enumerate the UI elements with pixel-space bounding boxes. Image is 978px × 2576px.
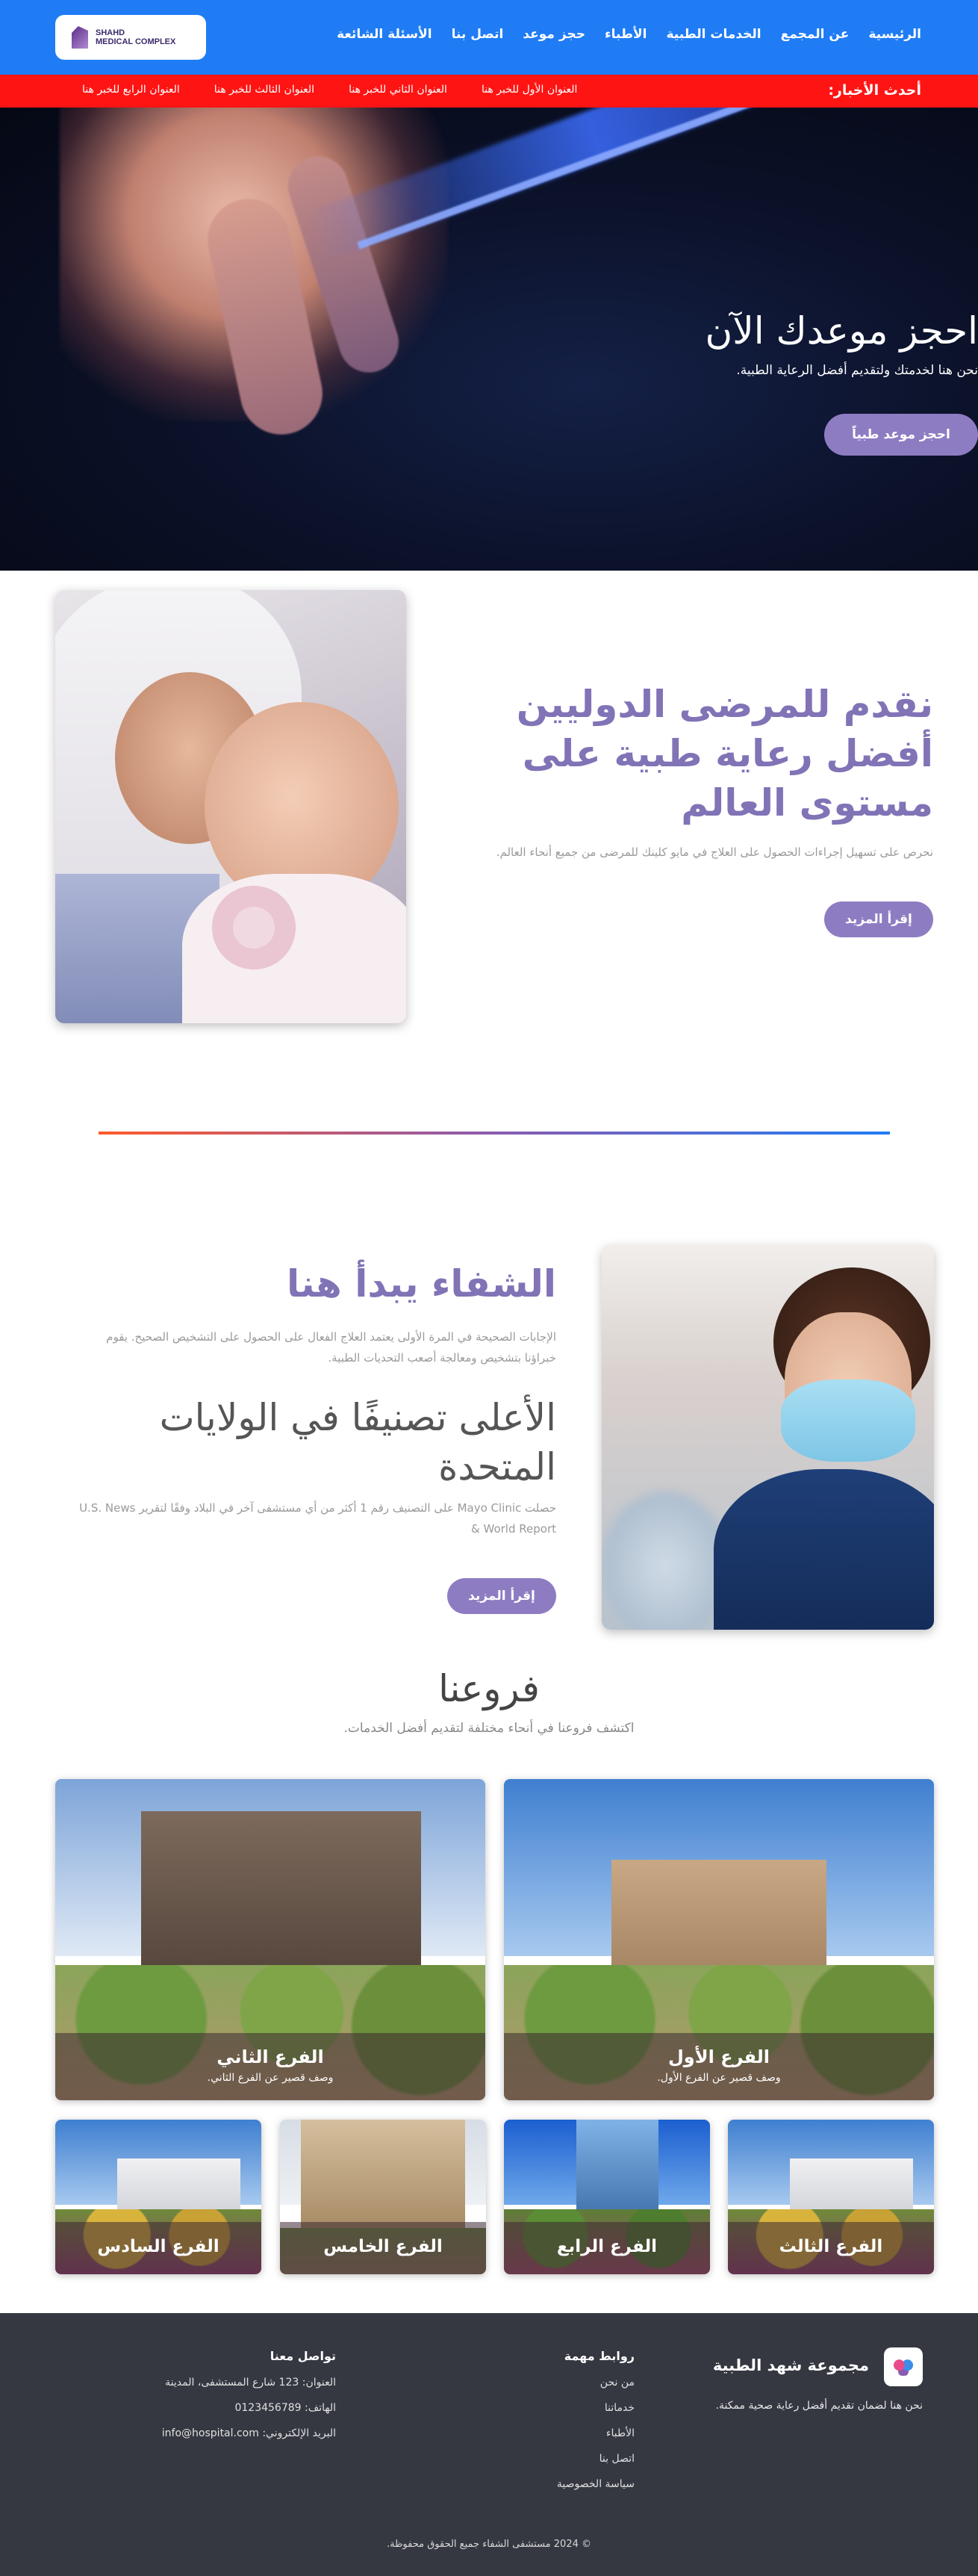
healing-title: الشفاء يبدأ هنا	[287, 1262, 556, 1306]
nav-home[interactable]: الرئيسية	[868, 27, 921, 42]
branch-name: الفرع السادس	[97, 2237, 219, 2256]
branch-card-6[interactable]: الفرع السادس	[55, 2120, 261, 2274]
footer-link[interactable]: اتصل بنا	[557, 2446, 635, 2471]
section-divider	[99, 1132, 890, 1135]
nav-booking[interactable]: حجز موعد	[523, 27, 585, 42]
ranking-paragraph: حصلت Mayo Clinic على التصنيف رقم 1 أكثر …	[79, 1501, 556, 1536]
footer-links-title: روابط مهمة	[564, 2349, 635, 2363]
main-menu: الرئيسية عن المجمع الخدمات الطبية الأطبا…	[337, 27, 921, 42]
branch-caption: الفرع الأول وصف قصير عن الفرع الأول.	[504, 2033, 934, 2100]
nav-faq[interactable]: الأسئلة الشائعة	[337, 27, 432, 42]
footer-link[interactable]: من نحن	[557, 2370, 635, 2395]
nav-services[interactable]: الخدمات الطبية	[666, 27, 761, 42]
footer-phone: الهاتف: 0123456789	[234, 2402, 336, 2414]
doctor-mask-image	[602, 1245, 934, 1630]
hero-title: احجز موعدك الآن	[705, 309, 978, 353]
book-appointment-button[interactable]: احجز موعد طبياً	[824, 414, 978, 456]
branch-card-3[interactable]: الفرع الثالث	[728, 2120, 934, 2274]
hero-subtitle: نحن هنا لخدمتك ولتقديم أفضل الرعاية الطب…	[736, 363, 978, 378]
footer-link[interactable]: سياسة الخصوصية	[557, 2471, 635, 2497]
hero-banner: احجز موعدك الآن نحن هنا لخدمتك ولتقديم أ…	[0, 108, 978, 571]
mother-baby-image	[55, 590, 406, 1023]
nav-about[interactable]: عن المجمع	[781, 27, 850, 42]
nav-contact[interactable]: اتصل بنا	[452, 27, 504, 42]
intro-read-more-button[interactable]: إقرأ المزيد	[824, 901, 933, 937]
footer-contact-title: تواصل معنا	[270, 2349, 336, 2363]
ticker-item[interactable]: العنوان الرابع للخبر هنا	[82, 84, 180, 96]
footer-link[interactable]: خدماتنا	[557, 2395, 635, 2421]
intro-text: نحرص على تسهيل إجراءات الحصول على العلاج…	[496, 845, 933, 859]
logo-text: SHAHD MEDICAL COMPLEX	[96, 28, 176, 46]
footer-logo-icon	[884, 2347, 923, 2386]
branch-desc: وصف قصير عن الفرع الثاني.	[207, 2072, 334, 2084]
branch-card-2[interactable]: الفرع الثاني وصف قصير عن الفرع الثاني.	[55, 1779, 485, 2100]
footer-link[interactable]: الأطباء	[557, 2421, 635, 2446]
news-ticker: أحدث الأخبار: العنوان الأول للخبر هنا ال…	[0, 75, 978, 108]
footer: مجموعة شهد الطبية نحن هنا لضمان تقديم أف…	[0, 2313, 978, 2576]
footer-tagline: نحن هنا لضمان تقديم أفضل رعاية صحية ممكن…	[715, 2400, 923, 2412]
branch-name: الفرع الأول	[667, 2046, 770, 2067]
top-navbar: SHAHD MEDICAL COMPLEX الرئيسية عن المجمع…	[0, 0, 978, 75]
branch-name: الفرع الثاني	[217, 2046, 324, 2067]
branches-subtitle: اكتشف فروعنا في أنحاء مختلفة لتقديم أفضل…	[343, 1721, 635, 1736]
logo-mark-icon	[72, 26, 88, 49]
healing-paragraph: الإجابات الصحيحة في المرة الأولى يعتمد ا…	[106, 1330, 556, 1365]
branches-title: فروعنا	[438, 1667, 540, 1710]
branch-name: الفرع الثالث	[779, 2237, 883, 2256]
branch-caption: الفرع الخامس	[280, 2222, 486, 2274]
branch-desc: وصف قصير عن الفرع الأول.	[657, 2072, 781, 2084]
branch-card-4[interactable]: الفرع الرابع	[504, 2120, 710, 2274]
branch-caption: الفرع الرابع	[504, 2222, 710, 2274]
branch-name: الفرع الرابع	[556, 2237, 658, 2256]
footer-email[interactable]: البريد الإلكتروني: info@hospital.com	[162, 2421, 336, 2446]
top-ranked-heading: الأعلى تصنيفًا في الولايات المتحدة	[159, 1396, 556, 1489]
footer-address: العنوان: 123 شارع المستشفى، المدينة	[165, 2377, 336, 2389]
nav-doctors[interactable]: الأطباء	[605, 27, 647, 42]
branch-card-5[interactable]: الفرع الخامس	[280, 2120, 486, 2274]
intro-title: نقدم للمرضى الدوليين أفضل رعاية طبية على…	[516, 683, 933, 825]
branch-caption: الفرع الثالث	[728, 2222, 934, 2274]
ticker-item[interactable]: العنوان الثاني للخبر هنا	[349, 84, 447, 96]
ticker-title: أحدث الأخبار:	[828, 82, 921, 99]
branch-caption: الفرع السادس	[55, 2222, 261, 2274]
branch-card-1[interactable]: الفرع الأول وصف قصير عن الفرع الأول.	[504, 1779, 934, 2100]
branch-name: الفرع الخامس	[323, 2237, 443, 2256]
page: SHAHD MEDICAL COMPLEX الرئيسية عن المجمع…	[0, 0, 978, 2576]
logo[interactable]: SHAHD MEDICAL COMPLEX	[55, 15, 206, 60]
ticker-item[interactable]: العنوان الثالث للخبر هنا	[214, 84, 314, 96]
ticker-items: العنوان الأول للخبر هنا العنوان الثاني ل…	[82, 84, 577, 96]
footer-copyright: © 2024 مستشفى الشفاء جميع الحقوق محفوظة.	[386, 2539, 592, 2550]
healing-read-more-button[interactable]: إقرأ المزيد	[447, 1578, 556, 1614]
ticker-item[interactable]: العنوان الأول للخبر هنا	[482, 84, 577, 96]
branch-caption: الفرع الثاني وصف قصير عن الفرع الثاني.	[55, 2033, 485, 2100]
footer-brand: مجموعة شهد الطبية	[712, 2356, 869, 2374]
